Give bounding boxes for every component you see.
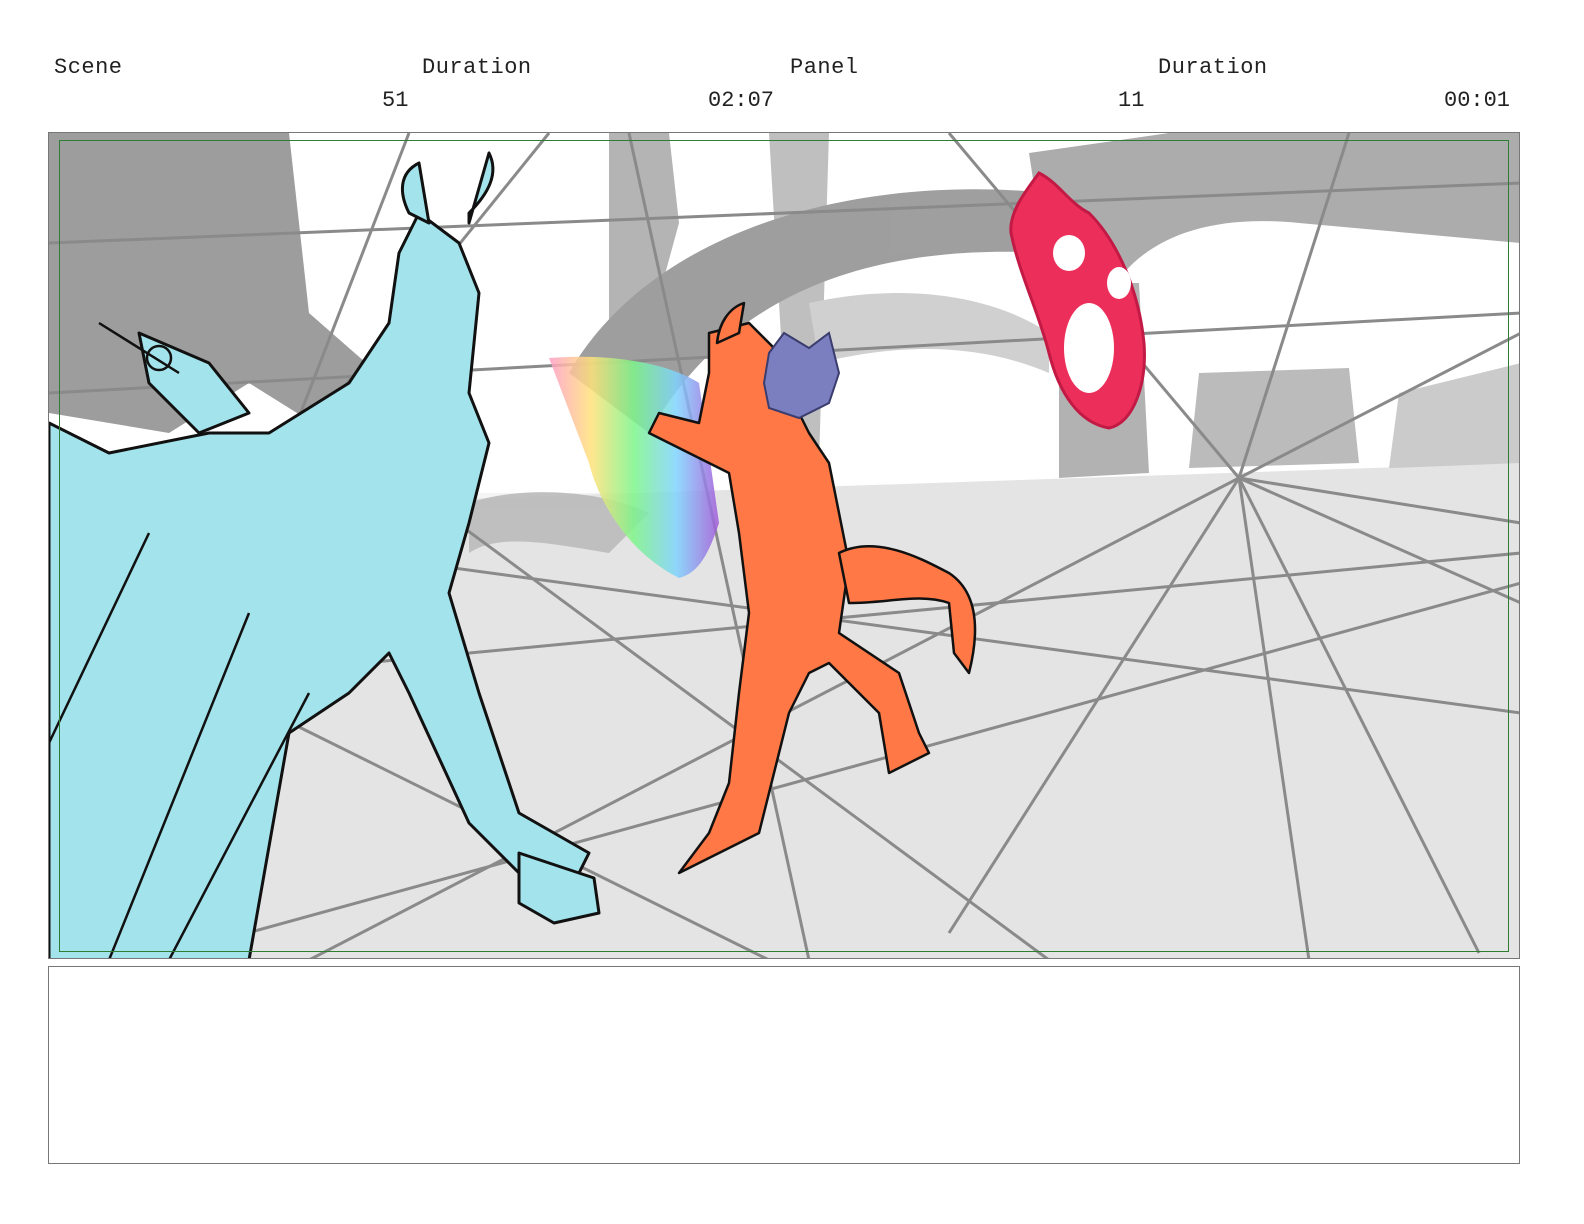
scene-duration-label: Duration xyxy=(422,55,532,80)
scene-label: Scene xyxy=(54,55,123,80)
panel-label: Panel xyxy=(790,55,859,80)
storyboard-sketch xyxy=(49,133,1519,958)
panel-notes-text xyxy=(49,967,1519,987)
panel-number: 11 xyxy=(1118,88,1145,113)
panel-duration-label: Duration xyxy=(1158,55,1268,80)
storyboard-panel-image xyxy=(48,132,1520,959)
panel-notes-box[interactable] xyxy=(48,966,1520,1164)
scene-number: 51 xyxy=(382,88,409,113)
scene-duration-value: 02:07 xyxy=(708,88,775,113)
panel-duration-value: 00:01 xyxy=(1444,88,1511,113)
